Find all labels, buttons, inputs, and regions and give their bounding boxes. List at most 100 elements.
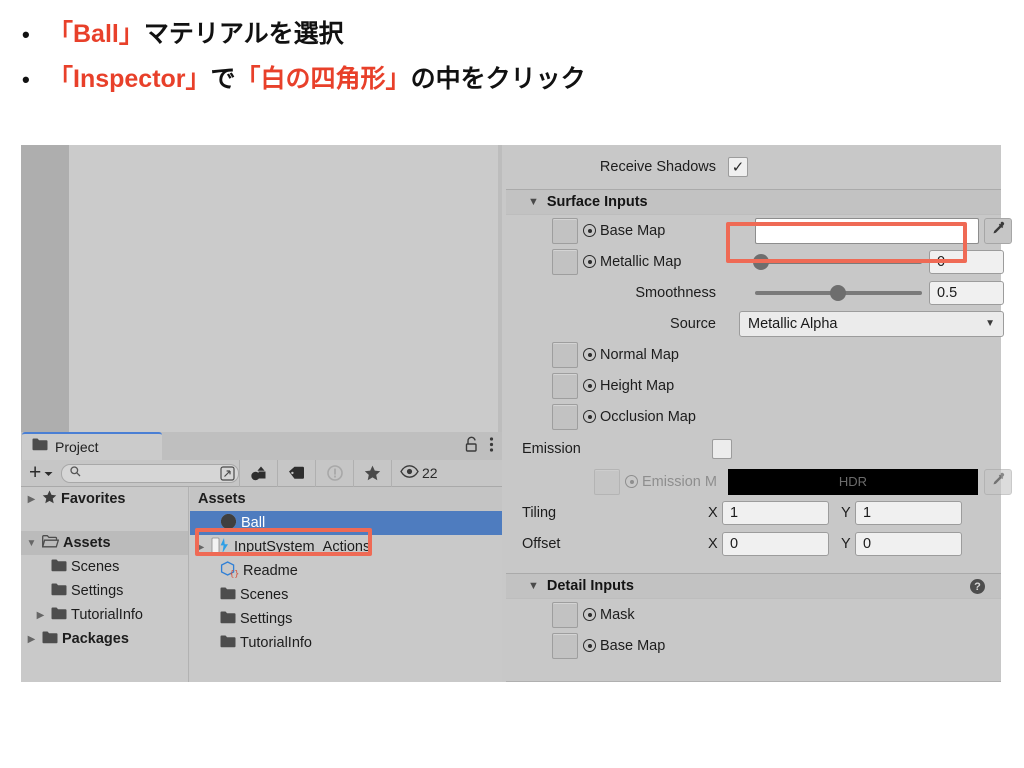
emission-checkbox[interactable] — [712, 439, 732, 459]
smoothness-slider-knob[interactable] — [830, 285, 846, 301]
project-tab-actions — [464, 436, 494, 458]
normal-map-texture-slot[interactable] — [552, 342, 578, 368]
lock-icon[interactable] — [464, 436, 479, 458]
source-dropdown[interactable]: Metallic Alpha ▼ — [739, 311, 1004, 337]
normal-map-target-icon[interactable] — [583, 348, 596, 361]
tree-item-label: TutorialInfo — [71, 607, 143, 623]
favorites-star-icon[interactable] — [353, 460, 391, 487]
offset-x-label: X — [708, 536, 722, 552]
unity-editor-window: Project + — [21, 145, 1001, 682]
list-item-scenes[interactable]: Scenes — [190, 583, 502, 607]
detail-base-map-target-icon[interactable] — [583, 639, 596, 652]
metallic-map-slider-knob[interactable] — [753, 254, 769, 270]
metallic-map-target-icon[interactable] — [583, 255, 596, 268]
hdr-label: HDR — [839, 474, 867, 489]
height-map-texture-slot[interactable] — [552, 373, 578, 399]
tree-item-favorites[interactable]: ▶ Favorites — [21, 487, 188, 511]
filter-by-type-icon[interactable] — [239, 460, 277, 487]
chevron-right-icon[interactable]: ▶ — [194, 542, 207, 553]
inspector-gap — [506, 559, 1001, 573]
tree-item-scenes[interactable]: Scenes — [21, 555, 188, 579]
chevron-right-icon[interactable]: ▶ — [34, 610, 47, 621]
list-item-tutorialinfo[interactable]: TutorialInfo — [190, 631, 502, 655]
row-normal-map: Normal Map — [506, 339, 1001, 370]
base-map-eyedropper-button[interactable] — [984, 218, 1012, 244]
occlusion-map-target-icon[interactable] — [583, 410, 596, 423]
detail-mask-target-icon[interactable] — [583, 608, 596, 621]
smoothness-value[interactable]: 0.5 — [929, 281, 1004, 305]
section-detail-inputs-label: Detail Inputs — [547, 578, 634, 594]
bullet-2-part-1: 「Inspector」 — [48, 57, 211, 101]
occlusion-map-texture-slot[interactable] — [552, 404, 578, 430]
scene-view-panel[interactable] — [21, 145, 502, 432]
metallic-map-slider[interactable] — [755, 260, 922, 264]
expand-search-icon[interactable] — [218, 465, 237, 482]
smoothness-slider[interactable] — [755, 291, 922, 295]
folder-icon — [220, 611, 236, 628]
emission-map-eyedropper-button — [984, 469, 1012, 495]
base-map-color-field[interactable] — [755, 218, 979, 244]
visibility-toggle[interactable]: 22 — [391, 460, 445, 487]
tiling-x-input[interactable]: 1 — [722, 501, 829, 525]
tree-item-label: Favorites — [61, 491, 125, 507]
chevron-right-icon[interactable]: ▶ — [25, 634, 38, 645]
kebab-menu-icon[interactable] — [489, 436, 494, 458]
tree-item-packages[interactable]: ▶ Packages — [21, 627, 188, 651]
bullet-1-part-2: マテリアルを選択 — [144, 12, 344, 56]
tree-item-tutorialinfo[interactable]: ▶ TutorialInfo — [21, 603, 188, 627]
bullet-2-part-2: で — [211, 57, 236, 101]
bullet-marker: • — [22, 58, 48, 102]
emission-map-hdr-color-field: HDR — [728, 469, 978, 495]
tree-item-settings[interactable]: Settings — [21, 579, 188, 603]
project-asset-list: Assets Ball ▶ — [190, 487, 502, 682]
list-item-label: Ball — [241, 515, 265, 531]
help-icon[interactable]: ? — [970, 579, 985, 594]
section-surface-inputs[interactable]: ▼ Surface Inputs — [506, 189, 1001, 215]
emission-map-label: Emission M — [642, 474, 717, 490]
height-map-label: Height Map — [600, 378, 674, 394]
search-input[interactable] — [85, 466, 210, 480]
eye-icon — [400, 465, 419, 481]
row-occlusion-map: Occlusion Map — [506, 401, 1001, 432]
folder-icon — [51, 583, 67, 600]
offset-y-label: Y — [841, 536, 855, 552]
tree-item-label: Assets — [63, 535, 111, 551]
offset-y-input[interactable]: 0 — [855, 532, 962, 556]
scriptable-object-icon: {} — [220, 561, 239, 582]
create-asset-button[interactable]: + — [21, 464, 59, 482]
folder-icon — [32, 438, 48, 456]
emission-map-texture-slot — [594, 469, 620, 495]
tiling-y-label: Y — [841, 505, 855, 521]
triangle-down-icon[interactable]: ▼ — [528, 580, 539, 592]
tree-item-assets[interactable]: ▼ Assets — [21, 531, 188, 555]
offset-x-input[interactable]: 0 — [722, 532, 829, 556]
base-map-label: Base Map — [600, 223, 665, 239]
section-detail-inputs[interactable]: ▼ Detail Inputs ? — [506, 573, 1001, 599]
list-item-ball[interactable]: Ball — [190, 511, 502, 535]
base-map-texture-slot[interactable] — [552, 218, 578, 244]
search-field[interactable] — [61, 464, 239, 483]
tab-project[interactable]: Project — [22, 432, 162, 460]
list-item-readme[interactable]: {} Readme — [190, 559, 502, 583]
height-map-target-icon[interactable] — [583, 379, 596, 392]
filter-by-label-icon[interactable] — [277, 460, 315, 487]
smoothness-label: Smoothness — [522, 285, 728, 301]
chevron-right-icon[interactable]: ▶ — [25, 494, 38, 505]
detail-base-map-texture-slot[interactable] — [552, 633, 578, 659]
metallic-map-texture-slot[interactable] — [552, 249, 578, 275]
metallic-map-value[interactable]: 0 — [929, 250, 1004, 274]
folder-icon — [51, 559, 67, 576]
svg-text:{}: {} — [230, 569, 240, 578]
material-sphere-icon — [220, 513, 237, 534]
tiling-y-input[interactable]: 1 — [855, 501, 962, 525]
triangle-down-icon[interactable]: ▼ — [528, 196, 539, 208]
base-map-target-icon[interactable] — [583, 224, 596, 237]
detail-mask-texture-slot[interactable] — [552, 602, 578, 628]
triangle-down-icon[interactable]: ▼ — [25, 538, 38, 549]
list-item-inputsystem-actions[interactable]: ▶ InputSystem_Actions — [190, 535, 502, 559]
receive-shadows-checkbox[interactable]: ✓ — [728, 157, 748, 177]
list-item-label: Settings — [240, 611, 292, 627]
list-item-settings[interactable]: Settings — [190, 607, 502, 631]
tree-item-label: Settings — [71, 583, 123, 599]
warning-filter-icon[interactable] — [315, 460, 353, 487]
